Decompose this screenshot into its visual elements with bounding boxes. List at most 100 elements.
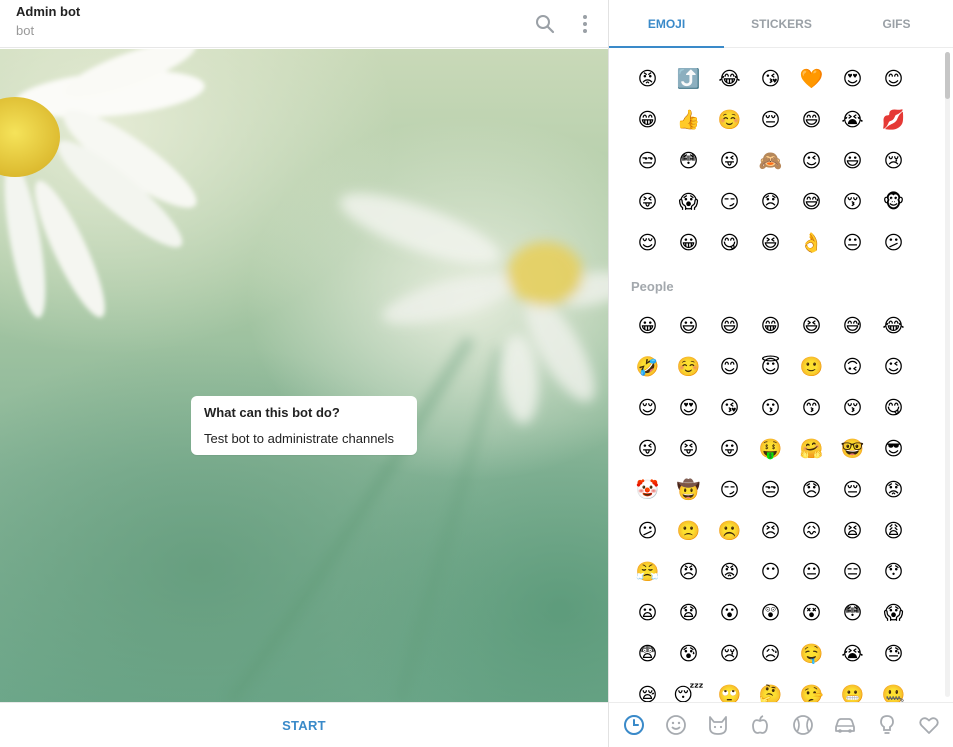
emoji-item[interactable]: ☹️ <box>709 511 750 552</box>
emoji-item[interactable]: 😋 <box>873 388 914 429</box>
emoji-item[interactable]: 😢 <box>873 141 914 182</box>
emoji-item[interactable]: 😣 <box>750 511 791 552</box>
emoji-item[interactable]: 😊 <box>873 59 914 100</box>
emoji-item[interactable]: 😄 <box>791 100 832 141</box>
emoji-item[interactable]: 😢 <box>709 634 750 675</box>
emoji-item[interactable]: 😱 <box>668 182 709 223</box>
category-recent[interactable] <box>620 711 648 739</box>
emoji-item[interactable]: 😕 <box>873 223 914 264</box>
emoji-item[interactable]: ☺️ <box>668 347 709 388</box>
emoji-item[interactable]: 😒 <box>750 470 791 511</box>
emoji-item[interactable]: 😗 <box>750 388 791 429</box>
emoji-item[interactable]: 😇 <box>750 347 791 388</box>
emoji-item[interactable]: 🤓 <box>832 429 873 470</box>
category-animals[interactable] <box>704 711 732 739</box>
emoji-item[interactable]: 😠 <box>668 552 709 593</box>
emoji-item[interactable]: 😑 <box>832 552 873 593</box>
emoji-item[interactable]: 😰 <box>668 634 709 675</box>
scrollbar-track[interactable] <box>945 52 950 697</box>
emoji-item[interactable]: 😏 <box>709 182 750 223</box>
emoji-item[interactable]: 😙 <box>791 388 832 429</box>
emoji-scroll-area[interactable]: 😡 ⤴️ 😂 😘 🧡 😍 😊 😁 👍 ☺️ 😔 😄 😭 💋 😒 😳 😜 🙈 😉 😃 😢 😝 😱 😏 😞 😅 😚 🐵 😌 😀 😋 😆 👌 😐 😕 Pe… <box>609 49 953 703</box>
emoji-item[interactable]: 😮 <box>709 593 750 634</box>
emoji-item[interactable]: 😏 <box>709 470 750 511</box>
emoji-item[interactable]: ☺️ <box>709 100 750 141</box>
emoji-item[interactable]: 🐵 <box>873 182 914 223</box>
emoji-item[interactable]: 😳 <box>668 141 709 182</box>
emoji-item[interactable]: 🤔 <box>750 675 791 703</box>
emoji-item[interactable]: 😘 <box>709 388 750 429</box>
emoji-item[interactable]: 😝 <box>627 182 668 223</box>
more-menu-button[interactable] <box>571 10 599 38</box>
category-objects[interactable] <box>873 711 901 739</box>
emoji-item[interactable]: 😀 <box>668 223 709 264</box>
emoji-item[interactable]: 😝 <box>668 429 709 470</box>
emoji-item[interactable]: 😌 <box>627 388 668 429</box>
emoji-item[interactable]: 🤥 <box>791 675 832 703</box>
emoji-item[interactable]: 😆 <box>750 223 791 264</box>
emoji-item[interactable]: 😬 <box>832 675 873 703</box>
emoji-item[interactable]: 😵 <box>791 593 832 634</box>
category-activity[interactable] <box>789 711 817 739</box>
emoji-item[interactable]: 😞 <box>750 182 791 223</box>
category-travel[interactable] <box>831 711 859 739</box>
emoji-item[interactable]: 😁 <box>627 100 668 141</box>
emoji-item[interactable]: 😳 <box>832 593 873 634</box>
emoji-item[interactable]: 😪 <box>627 675 668 703</box>
chat-title[interactable]: Admin bot <box>16 4 80 19</box>
tab-emoji[interactable]: EMOJI <box>609 0 724 48</box>
emoji-item[interactable]: 😦 <box>627 593 668 634</box>
emoji-item[interactable]: 😎 <box>873 429 914 470</box>
emoji-item[interactable]: 🤗 <box>791 429 832 470</box>
emoji-item[interactable]: 🙁 <box>668 511 709 552</box>
emoji-item[interactable]: 😡 <box>709 552 750 593</box>
emoji-item[interactable]: 😜 <box>709 141 750 182</box>
emoji-item[interactable]: 😕 <box>627 511 668 552</box>
emoji-item[interactable]: 😆 <box>791 306 832 347</box>
emoji-item[interactable]: 😛 <box>709 429 750 470</box>
emoji-item[interactable]: 🤡 <box>627 470 668 511</box>
emoji-item[interactable]: 🙂 <box>791 347 832 388</box>
emoji-item[interactable]: 😍 <box>668 388 709 429</box>
start-button[interactable]: START <box>262 712 346 739</box>
emoji-item[interactable]: 🤑 <box>750 429 791 470</box>
emoji-item[interactable]: 😂 <box>709 59 750 100</box>
emoji-item[interactable]: 😫 <box>832 511 873 552</box>
emoji-item[interactable]: 😤 <box>627 552 668 593</box>
emoji-item[interactable]: 💋 <box>873 100 914 141</box>
emoji-item[interactable]: 🤣 <box>627 347 668 388</box>
emoji-item[interactable]: ⤴️ <box>668 59 709 100</box>
emoji-item[interactable]: 👍 <box>668 100 709 141</box>
scrollbar-thumb[interactable] <box>945 52 950 99</box>
emoji-item[interactable]: 😯 <box>873 552 914 593</box>
emoji-item[interactable]: 🤤 <box>791 634 832 675</box>
emoji-item[interactable]: 😩 <box>873 511 914 552</box>
emoji-item[interactable]: 😚 <box>832 388 873 429</box>
emoji-item[interactable]: 😋 <box>709 223 750 264</box>
tab-stickers[interactable]: STICKERS <box>724 0 839 48</box>
emoji-item[interactable]: 😜 <box>627 429 668 470</box>
category-people[interactable] <box>662 711 690 739</box>
category-food[interactable] <box>746 711 774 739</box>
emoji-item[interactable]: 😒 <box>627 141 668 182</box>
emoji-item[interactable]: 😊 <box>709 347 750 388</box>
emoji-item[interactable]: 😃 <box>668 306 709 347</box>
emoji-item[interactable]: 😖 <box>791 511 832 552</box>
emoji-item[interactable]: 😀 <box>627 306 668 347</box>
emoji-item[interactable]: 😅 <box>791 182 832 223</box>
category-symbols[interactable] <box>915 711 943 739</box>
emoji-item[interactable]: 😭 <box>832 100 873 141</box>
emoji-item[interactable]: 😌 <box>627 223 668 264</box>
emoji-item[interactable]: 😔 <box>832 470 873 511</box>
search-button[interactable] <box>531 10 559 38</box>
emoji-item[interactable]: 😲 <box>750 593 791 634</box>
emoji-item[interactable]: 😶 <box>750 552 791 593</box>
emoji-item[interactable]: 🙃 <box>832 347 873 388</box>
emoji-item[interactable]: 😉 <box>873 347 914 388</box>
emoji-item[interactable]: 😱 <box>873 593 914 634</box>
emoji-item[interactable]: 🤐 <box>873 675 914 703</box>
tab-gifs[interactable]: GIFS <box>839 0 953 48</box>
emoji-item[interactable]: 😅 <box>832 306 873 347</box>
emoji-item[interactable]: 😧 <box>668 593 709 634</box>
emoji-item[interactable]: 😴 <box>668 675 709 703</box>
